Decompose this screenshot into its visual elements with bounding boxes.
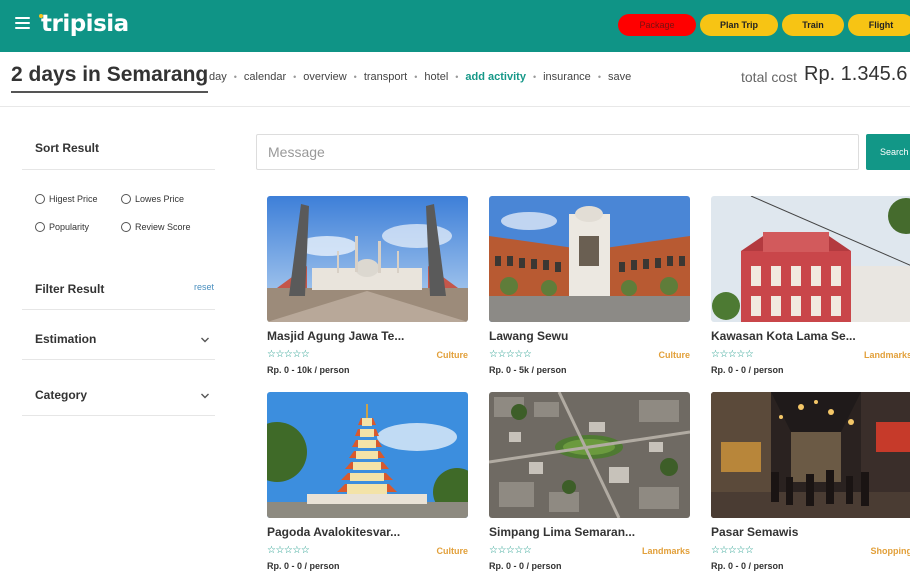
activity-card-masjid-agung[interactable]: Masjid Agung Jawa Te... ☆☆☆☆☆ Culture Rp…: [267, 196, 468, 375]
card-price: Rp. 0 - 0 / person: [711, 561, 910, 571]
card-title: Simpang Lima Semaran...: [489, 525, 690, 539]
card-category: Landmarks: [864, 350, 910, 360]
subnav-overview[interactable]: overview: [303, 71, 346, 83]
chevron-down-icon[interactable]: [200, 391, 210, 401]
menu-icon[interactable]: [15, 17, 30, 30]
card-meta: ☆☆☆☆☆ Landmarks: [711, 349, 910, 361]
card-meta: ☆☆☆☆☆ Shopping: [711, 545, 910, 557]
card-meta: ☆☆☆☆☆ Culture: [267, 349, 468, 361]
total-cost-label: total cost: [741, 69, 797, 85]
radio-label: Popularity: [49, 222, 89, 232]
sort-highest-price-radio[interactable]: Higest Price: [35, 194, 98, 204]
activity-card-pasar-semawis[interactable]: Pasar Semawis ☆☆☆☆☆ Shopping Rp. 0 - 0 /…: [711, 392, 910, 571]
card-price: Rp. 0 - 0 / person: [711, 365, 910, 375]
star-rating-icon: ☆☆☆☆☆: [711, 349, 753, 360]
subnav-hotel[interactable]: hotel: [424, 71, 448, 83]
radio-circle-icon: [121, 222, 131, 232]
chevron-down-icon[interactable]: [200, 335, 210, 345]
top-bar: tripisia Package Plan Trip Train Flight: [0, 0, 910, 52]
header-divider: [0, 106, 910, 107]
card-title: Kawasan Kota Lama Se...: [711, 329, 910, 343]
sort-popularity-radio[interactable]: Popularity: [35, 222, 89, 232]
card-price: Rp. 0 - 0 / person: [489, 561, 690, 571]
subnav-separator: •: [455, 72, 458, 82]
filter-result-heading: Filter Result: [35, 282, 104, 296]
subnav-insurance[interactable]: insurance: [543, 71, 591, 83]
radio-label: Review Score: [135, 222, 191, 232]
card-price: Rp. 0 - 0 / person: [267, 561, 468, 571]
radio-circle-icon: [121, 194, 131, 204]
sidebar-divider: [22, 309, 215, 310]
card-category: Shopping: [871, 546, 910, 556]
lawang-sewu-photo: [489, 196, 690, 322]
total-cost-value: Rp. 1.345.6: [804, 63, 907, 86]
card-price: Rp. 0 - 5k / person: [489, 365, 690, 375]
masjid-agung-photo: [267, 196, 468, 322]
subnav-separator: •: [293, 72, 296, 82]
card-category: Culture: [437, 350, 469, 360]
star-rating-icon: ☆☆☆☆☆: [267, 349, 309, 360]
activity-card-kota-lama[interactable]: Kawasan Kota Lama Se... ☆☆☆☆☆ Landmarks …: [711, 196, 910, 375]
card-meta: ☆☆☆☆☆ Culture: [489, 349, 690, 361]
subnav-add-activity[interactable]: add activity: [465, 71, 526, 83]
card-meta: ☆☆☆☆☆ Landmarks: [489, 545, 690, 557]
package-button[interactable]: Package: [618, 14, 696, 36]
sort-review-score-radio[interactable]: Review Score: [121, 222, 191, 232]
radio-label: Lowes Price: [135, 194, 184, 204]
pasar-semawis-photo: [711, 392, 910, 518]
subnav-save[interactable]: save: [608, 71, 631, 83]
sidebar-divider: [22, 359, 215, 360]
sort-result-heading: Sort Result: [35, 141, 99, 155]
star-rating-icon: ☆☆☆☆☆: [489, 545, 531, 556]
activity-card-lawang-sewu[interactable]: Lawang Sewu ☆☆☆☆☆ Culture Rp. 0 - 5k / p…: [489, 196, 690, 375]
subnav-transport[interactable]: transport: [364, 71, 407, 83]
card-meta: ☆☆☆☆☆ Culture: [267, 545, 468, 557]
app-logo[interactable]: tripisia: [41, 11, 129, 37]
simpang-lima-photo: [489, 392, 690, 518]
star-rating-icon: ☆☆☆☆☆: [711, 545, 753, 556]
card-title: Pasar Semawis: [711, 525, 910, 539]
subnav-day[interactable]: day: [209, 71, 227, 83]
reset-filter-link[interactable]: reset: [194, 282, 214, 292]
activity-card-pagoda[interactable]: Pagoda Avalokitesvar... ☆☆☆☆☆ Culture Rp…: [267, 392, 468, 571]
estimation-heading[interactable]: Estimation: [35, 332, 96, 346]
subnav-separator: •: [414, 72, 417, 82]
card-category: Landmarks: [642, 546, 690, 556]
category-heading[interactable]: Category: [35, 388, 87, 402]
sort-lowest-price-radio[interactable]: Lowes Price: [121, 194, 184, 204]
star-rating-icon: ☆☆☆☆☆: [489, 349, 531, 360]
subnav-separator: •: [354, 72, 357, 82]
pagoda-photo: [267, 392, 468, 518]
subnav-separator: •: [533, 72, 536, 82]
subnav-separator: •: [234, 72, 237, 82]
sidebar-divider: [22, 415, 215, 416]
trip-subnav: day • calendar • overview • transport • hote…: [209, 71, 631, 83]
train-button[interactable]: Train: [782, 14, 844, 36]
card-category: Culture: [659, 350, 691, 360]
radio-label: Higest Price: [49, 194, 98, 204]
plan-trip-button[interactable]: Plan Trip: [700, 14, 778, 36]
card-category: Culture: [437, 546, 469, 556]
activity-card-simpang-lima[interactable]: Simpang Lima Semaran... ☆☆☆☆☆ Landmarks …: [489, 392, 690, 571]
search-input[interactable]: [256, 134, 859, 170]
card-title: Pagoda Avalokitesvar...: [267, 525, 468, 539]
kota-lama-photo: [711, 196, 910, 322]
subnav-calendar[interactable]: calendar: [244, 71, 286, 83]
search-button[interactable]: Search: [866, 134, 910, 170]
subnav-separator: •: [598, 72, 601, 82]
card-title: Masjid Agung Jawa Te...: [267, 329, 468, 343]
trip-title: 2 days in Semarang: [11, 63, 208, 93]
radio-circle-icon: [35, 222, 45, 232]
card-title: Lawang Sewu: [489, 329, 690, 343]
flight-button[interactable]: Flight: [848, 14, 910, 36]
card-price: Rp. 0 - 10k / person: [267, 365, 468, 375]
star-rating-icon: ☆☆☆☆☆: [267, 545, 309, 556]
sidebar-divider: [22, 169, 215, 170]
radio-circle-icon: [35, 194, 45, 204]
